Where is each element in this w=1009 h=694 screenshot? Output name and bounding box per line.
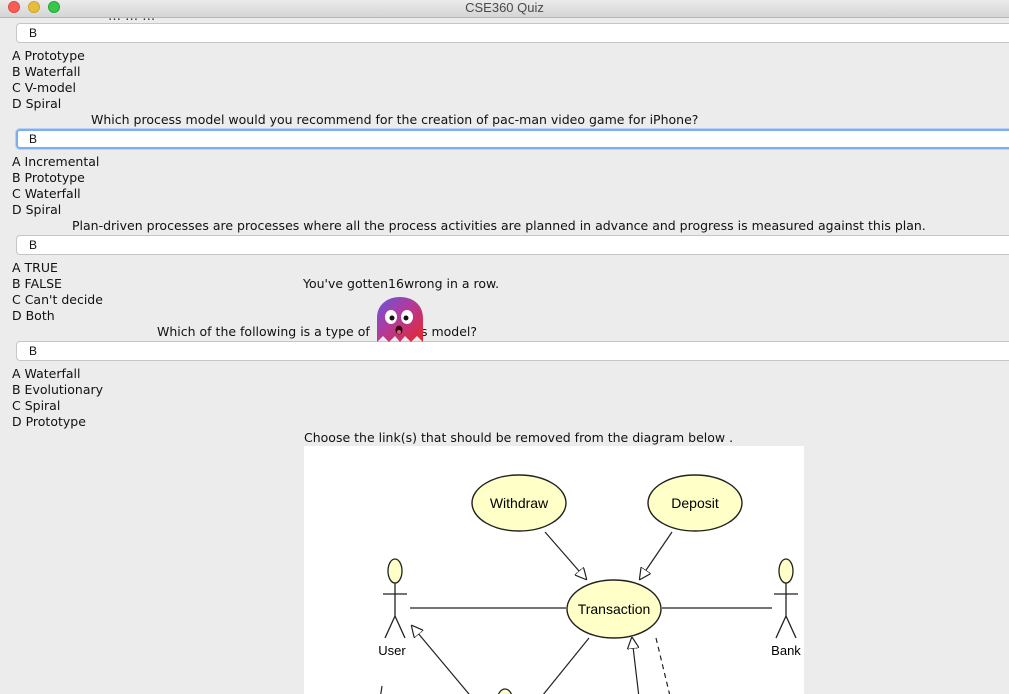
- option-q1-c: C V-model: [12, 80, 76, 95]
- option-q4-d: D Prototype: [12, 414, 86, 429]
- option-q1-d: D Spiral: [12, 96, 62, 111]
- actor-user-label: User: [378, 643, 406, 658]
- answer-field-q3[interactable]: [16, 235, 1009, 255]
- option-q3-b: B FALSE: [12, 276, 62, 291]
- use-case-transaction-label: Transaction: [578, 601, 651, 617]
- use-case-deposit-label: Deposit: [671, 495, 719, 511]
- option-q1-b: B Waterfall: [12, 64, 81, 79]
- wrong-streak-message: You've gotten16wrong in a row.: [303, 276, 500, 291]
- question-2-text: Which process model would you recommend …: [91, 112, 699, 127]
- question-5-text: Choose the link(s) that should be remove…: [304, 430, 734, 445]
- quiz-scroll-area[interactable]: … … … A Prototype B Waterfall C V-model …: [0, 18, 1009, 694]
- actor-user-icon: [383, 558, 407, 639]
- answer-field-q4[interactable]: [16, 341, 1009, 361]
- answer-field-q2[interactable]: [16, 129, 1009, 149]
- question-4-text: Which of the following is a type of: [157, 324, 370, 339]
- option-q4-b: B Evolutionary: [12, 382, 104, 397]
- actor-bank-icon: [774, 558, 798, 639]
- option-q3-a: A TRUE: [12, 260, 58, 275]
- use-case-diagram: Withdraw Deposit Transaction User Bank: [304, 446, 804, 694]
- window-title: CSE360 Quiz: [465, 0, 544, 15]
- option-q2-d: D Spiral: [12, 202, 62, 217]
- option-q2-a: A Incremental: [12, 154, 100, 169]
- clipped-question-text: … … …: [108, 18, 288, 20]
- ghost-mascot-icon: [375, 296, 425, 344]
- option-q4-a: A Waterfall: [12, 366, 81, 381]
- option-q1-a: A Prototype: [12, 48, 85, 63]
- actor-bank-label: Bank: [771, 643, 801, 658]
- option-q4-c: C Spiral: [12, 398, 61, 413]
- option-q3-c: C Can't decide: [12, 292, 103, 307]
- option-q2-c: C Waterfall: [12, 186, 81, 201]
- use-case-withdraw-label: Withdraw: [490, 495, 549, 511]
- option-q2-b: B Prototype: [12, 170, 85, 185]
- actor-partial-icon: [498, 688, 512, 694]
- question-3-text: Plan-driven processes are processes wher…: [72, 218, 926, 233]
- window-titlebar: CSE360 Quiz: [0, 0, 1009, 18]
- question-4-text-end: s model?: [421, 324, 478, 339]
- answer-field-q1[interactable]: [16, 23, 1009, 43]
- option-q3-d: D Both: [12, 308, 55, 323]
